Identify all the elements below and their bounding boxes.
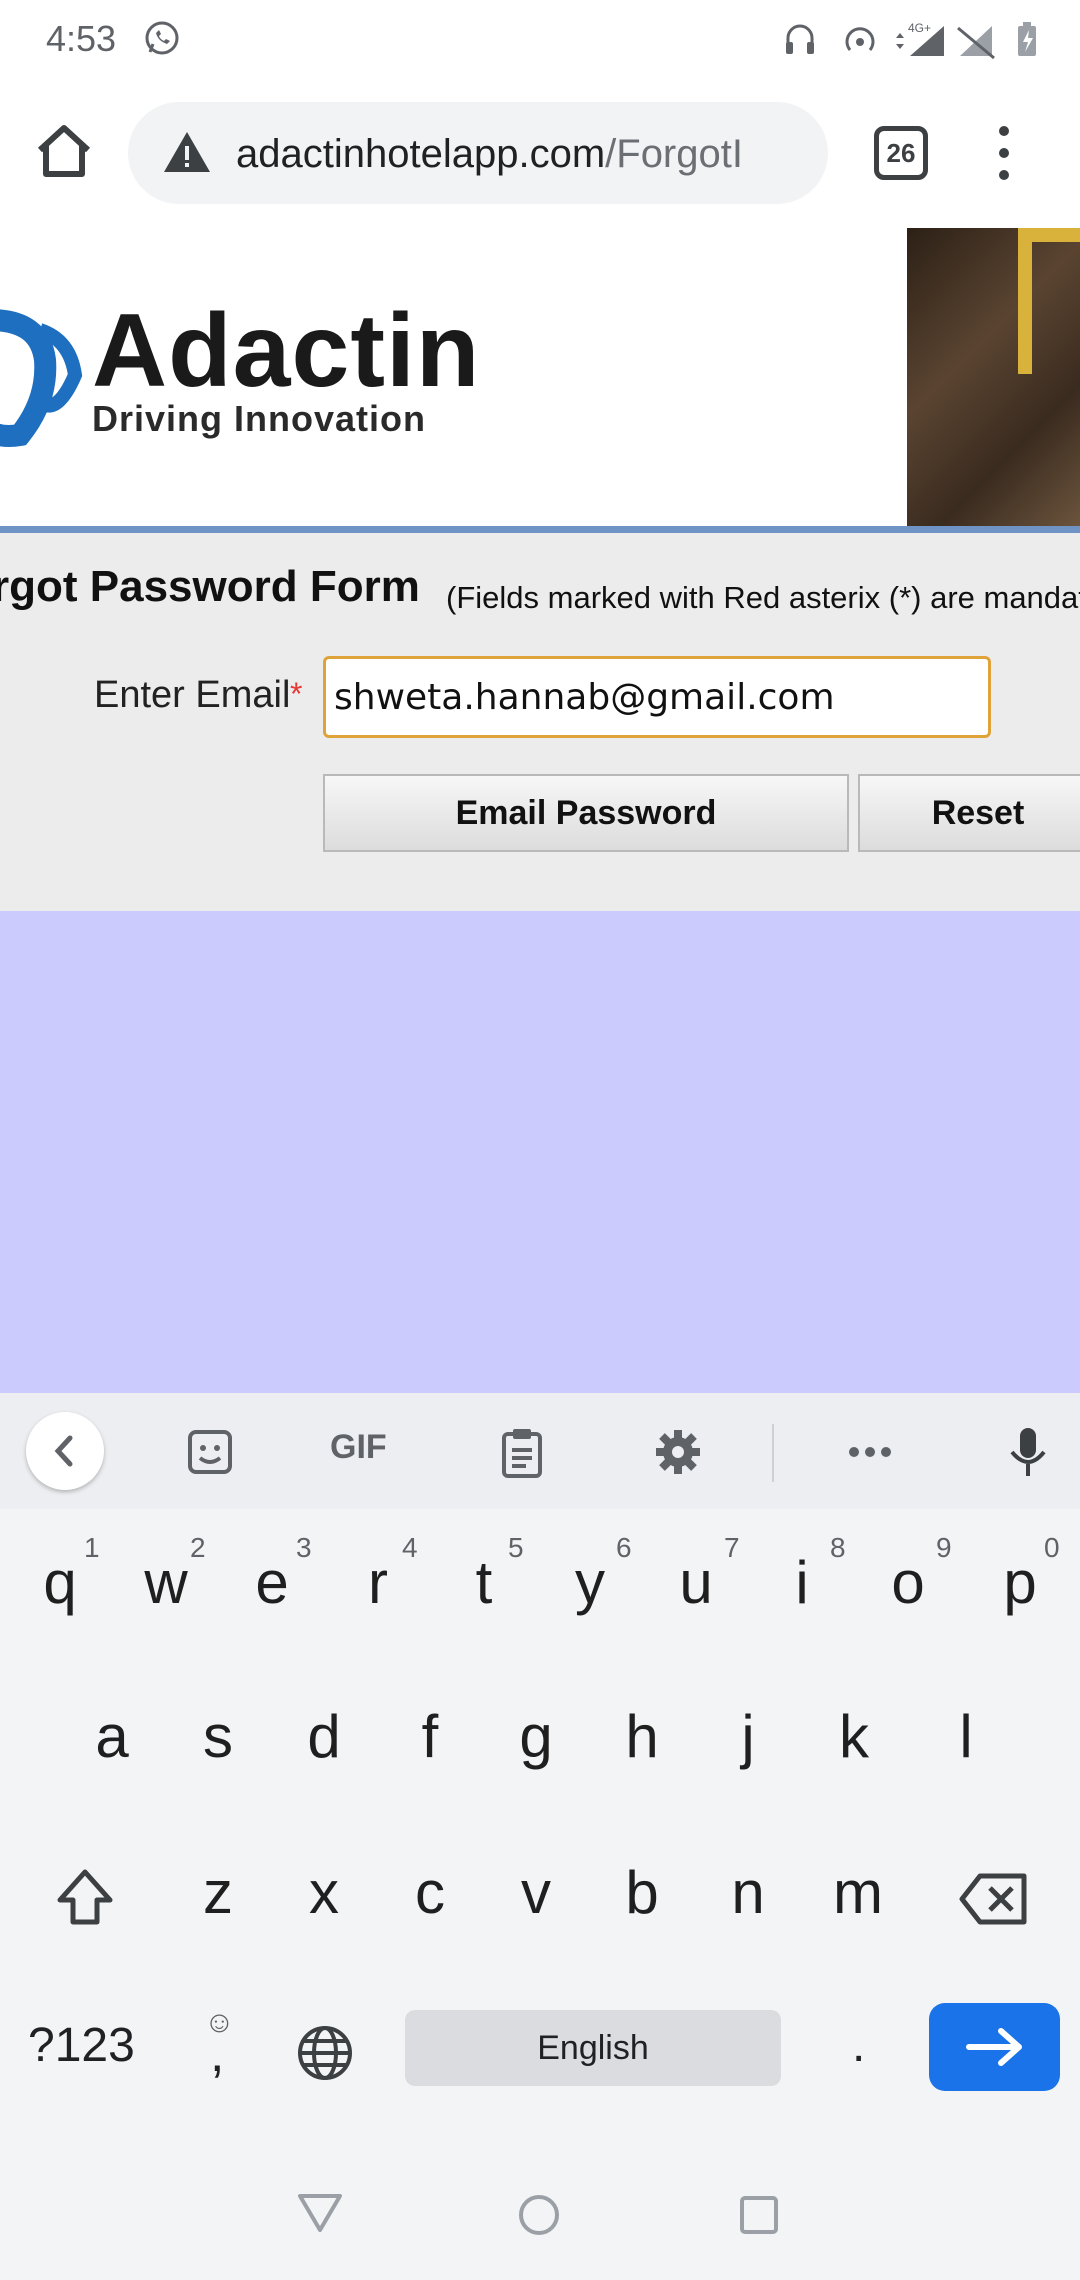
- home-icon[interactable]: [28, 116, 100, 188]
- key-h[interactable]: h: [592, 1702, 692, 1771]
- hint-0: 0: [1044, 1532, 1060, 1563]
- form-note: (Fields marked with Red asterix (*) are …: [446, 580, 1080, 615]
- headset-icon: [786, 24, 814, 54]
- keyboard-collapse-button[interactable]: [26, 1412, 104, 1490]
- hint-8: 8: [830, 1532, 846, 1563]
- header-divider: [0, 526, 1080, 533]
- url-host: adactinhotelapp.com: [236, 132, 606, 176]
- hint-5: 5: [508, 1532, 524, 1563]
- backspace-icon[interactable]: [956, 1864, 1032, 1934]
- key-f[interactable]: f: [380, 1702, 480, 1771]
- clipboard-icon[interactable]: [494, 1424, 550, 1480]
- key-k[interactable]: k: [804, 1702, 904, 1771]
- form-title: rgot Password Form: [0, 562, 420, 611]
- logo-wordmark: Adactin: [92, 293, 481, 409]
- key-n[interactable]: n: [698, 1858, 798, 1927]
- adactin-logo-mark: [0, 309, 83, 447]
- key-a[interactable]: a: [62, 1702, 162, 1771]
- hint-4: 4: [402, 1532, 418, 1563]
- hotspot-icon: [845, 27, 875, 51]
- whatsapp-icon: [145, 21, 179, 55]
- keyboard: [0, 1393, 1080, 2280]
- shift-icon[interactable]: [50, 1862, 120, 1932]
- key-b[interactable]: b: [592, 1858, 692, 1927]
- key-z[interactable]: z: [168, 1858, 268, 1927]
- globe-icon[interactable]: [294, 2022, 356, 2084]
- key-d[interactable]: d: [274, 1702, 374, 1771]
- period-key[interactable]: .: [852, 2018, 865, 2073]
- space-key[interactable]: English: [405, 2010, 781, 2086]
- chevron-left-icon: [54, 1435, 73, 1467]
- hint-2: 2: [190, 1532, 206, 1563]
- key-v[interactable]: v: [486, 1858, 586, 1927]
- signal-icon: 4G+: [896, 21, 944, 56]
- no-signal-icon: [957, 26, 995, 60]
- arrow-right-icon: [966, 2028, 1022, 2066]
- required-asterisk: *: [290, 676, 303, 712]
- reset-button[interactable]: Reset: [858, 774, 1080, 852]
- hint-1: 1: [84, 1532, 100, 1563]
- microphone-icon[interactable]: [1000, 1424, 1056, 1480]
- hotel-banner-frame: [1018, 228, 1080, 374]
- key-m[interactable]: m: [808, 1858, 908, 1927]
- recents-square-icon[interactable]: [736, 2192, 782, 2238]
- key-c[interactable]: c: [380, 1858, 480, 1927]
- key-s[interactable]: s: [168, 1702, 268, 1771]
- email-label: Enter Email: [94, 674, 291, 716]
- svg-text:4G+: 4G+: [908, 21, 931, 35]
- sticker-icon[interactable]: [182, 1424, 238, 1480]
- enter-key[interactable]: [929, 2003, 1060, 2091]
- symbols-key[interactable]: ?123: [28, 2018, 135, 2073]
- email-input[interactable]: [323, 656, 991, 738]
- status-icons: 4G+: [786, 21, 1036, 60]
- key-g[interactable]: g: [486, 1702, 586, 1771]
- gear-icon[interactable]: [650, 1424, 706, 1480]
- toolbar-separator: [772, 1424, 774, 1482]
- back-triangle-icon[interactable]: [292, 2188, 348, 2238]
- page-body-background: [0, 911, 1080, 1393]
- url-path: /ForgotI: [605, 132, 743, 176]
- logo-tagline: Driving Innovation: [92, 398, 427, 439]
- battery-icon: [1018, 22, 1036, 56]
- tab-switcher-button[interactable]: 26: [874, 126, 928, 180]
- email-password-button[interactable]: Email Password: [323, 774, 849, 852]
- hint-3: 3: [296, 1532, 312, 1563]
- key-l[interactable]: l: [916, 1702, 1016, 1771]
- key-j[interactable]: j: [698, 1702, 798, 1771]
- url-text[interactable]: adactinhotelapp.com/ForgotI: [236, 126, 806, 182]
- status-time: 4:53: [46, 18, 117, 59]
- hint-7: 7: [724, 1532, 740, 1563]
- hint-9: 9: [936, 1532, 952, 1563]
- key-x[interactable]: x: [274, 1858, 374, 1927]
- warning-icon[interactable]: [160, 126, 214, 180]
- more-horizontal-icon[interactable]: [842, 1424, 898, 1480]
- more-menu-icon[interactable]: [984, 118, 1024, 188]
- gif-button[interactable]: GIF: [330, 1428, 387, 1467]
- hint-6: 6: [616, 1532, 632, 1563]
- home-circle-icon[interactable]: [514, 2190, 564, 2240]
- comma-key[interactable]: ,: [210, 2024, 224, 2084]
